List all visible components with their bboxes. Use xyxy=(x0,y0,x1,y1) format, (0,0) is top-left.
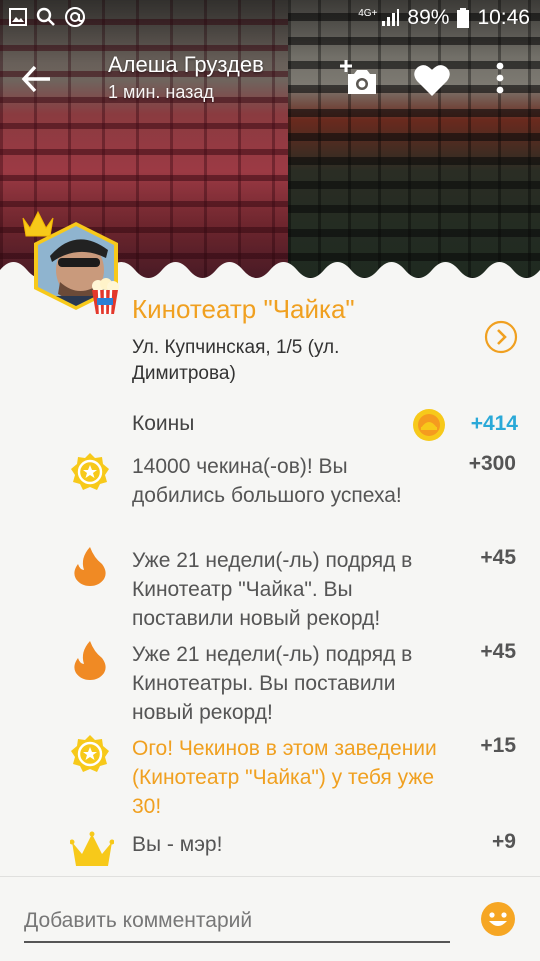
list-item-text: Вы - мэр! xyxy=(132,833,223,856)
battery-percent: 89% xyxy=(407,6,450,29)
list-item: 14000 чекина(-ов)! Вы добились большого … xyxy=(0,452,540,532)
list-item-points: +9 xyxy=(492,830,516,853)
crown-icon xyxy=(70,831,114,866)
list-item-text: Уже 21 недели(-ль) подряд в Кинотеатр "Ч… xyxy=(132,549,413,630)
list-item-points: +300 xyxy=(468,452,516,475)
signal-icon xyxy=(382,9,400,26)
venue-name[interactable]: Кинотеатр "Чайка" xyxy=(132,294,522,325)
list-item-points: +45 xyxy=(480,640,516,663)
comment-bar xyxy=(0,876,540,961)
venue-header[interactable]: Кинотеатр "Чайка" Ул. Купчинская, 1/5 (у… xyxy=(132,294,522,387)
clock: 10:46 xyxy=(477,6,530,29)
timestamp: 1 мин. назад xyxy=(108,82,214,102)
popcorn-badge-icon xyxy=(92,278,119,315)
flame-icon xyxy=(74,641,106,680)
list-item: Уже 21 недели(-ль) подряд в Кинотеатр "Ч… xyxy=(0,546,540,634)
more-vert-icon[interactable] xyxy=(490,60,510,100)
add-photo-icon[interactable] xyxy=(340,58,380,98)
at-notification-icon xyxy=(65,7,85,27)
list-item-text: Ого! Чекинов в этом заведении (Кинотеатр… xyxy=(132,737,437,818)
user-name[interactable]: Алеша Груздев xyxy=(108,52,264,78)
star-badge-icon xyxy=(71,453,109,490)
star-badge-icon xyxy=(71,735,109,772)
list-item-points: +45 xyxy=(480,546,516,569)
status-bar: 4G+ 89% 10:46 xyxy=(0,0,540,36)
gallery-notification-icon xyxy=(9,8,27,26)
app-bar: Алеша Груздев 1 мин. назад xyxy=(0,40,540,112)
mayor-crown-icon xyxy=(22,210,54,237)
emoji-sticker-icon[interactable] xyxy=(480,901,516,937)
list-item: Ого! Чекинов в этом заведении (Кинотеатр… xyxy=(0,734,540,822)
chevron-right-icon[interactable] xyxy=(484,320,518,354)
search-notification-icon xyxy=(36,7,55,26)
user-avatar[interactable] xyxy=(20,208,124,318)
battery-icon xyxy=(457,8,470,28)
flame-icon xyxy=(74,547,106,586)
list-item: Уже 21 недели(-ль) подряд в Кинотеатры. … xyxy=(0,640,540,728)
coins-label: Коины xyxy=(132,412,195,435)
coins-total: +414 xyxy=(470,412,518,435)
coins-row: Коины +414 xyxy=(132,408,518,442)
list-item-text: Уже 21 недели(-ль) подряд в Кинотеатры. … xyxy=(132,643,413,724)
venue-address: Ул. Купчинская, 1/5 (ул. Димитрова) xyxy=(132,337,340,384)
list-item-text: 14000 чекина(-ов)! Вы добились большого … xyxy=(132,455,402,507)
list-item: Вы - мэр! +9 xyxy=(0,830,540,870)
coin-icon xyxy=(413,409,445,441)
heart-icon[interactable] xyxy=(412,60,452,100)
list-item-points: +15 xyxy=(480,734,516,757)
back-arrow-icon[interactable] xyxy=(18,60,56,98)
network-type: 4G+ xyxy=(358,7,378,19)
comment-input[interactable] xyxy=(24,901,450,943)
